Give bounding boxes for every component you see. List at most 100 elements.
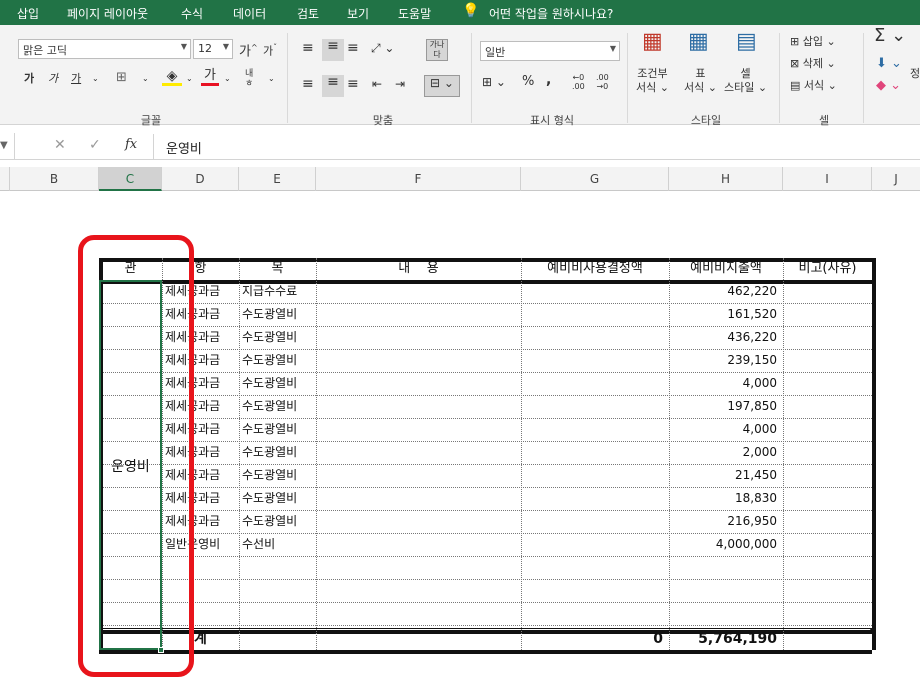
currency-icon[interactable]: ⊞ ⌄ [482,75,506,89]
column-header-h[interactable]: H [669,167,783,191]
chevron-down-icon[interactable]: ⌄ [92,72,99,86]
column-header-e[interactable]: E [239,167,316,191]
cell-mok[interactable]: 수도광열비 [242,395,316,418]
column-header-d[interactable]: D [162,167,239,191]
column-header-c[interactable]: C [99,167,162,191]
column-header-i[interactable]: I [783,167,872,191]
sort-filter-icon[interactable]: 정 [910,67,920,81]
align-bottom-icon[interactable]: ≡ [347,41,359,55]
cell-spent[interactable]: 239,150 [669,349,783,372]
conditional-format-button[interactable]: 조건부 서식 ⌄ [636,67,669,95]
cell-mok[interactable]: 수도광열비 [242,303,316,326]
header-mok[interactable]: 목 [239,258,316,280]
cell-mok[interactable]: 수도광열비 [242,487,316,510]
shrink-font-icon[interactable]: 가ˇ [263,41,277,59]
number-format-combo[interactable]: 일반 ▼ [480,41,620,61]
comma-icon[interactable]: , [546,73,551,87]
cell-mok[interactable]: 수선비 [242,533,316,556]
delete-cells-button[interactable]: ⊠ 삭제 ⌄ [790,57,836,71]
enter-icon[interactable]: ✓ [89,138,101,152]
insert-cells-button[interactable]: ⊞ 삽입 ⌄ [790,35,836,49]
cell-spent[interactable]: 2,000 [669,441,783,464]
cell-spent[interactable]: 436,220 [669,326,783,349]
align-middle-icon[interactable]: ≡ [322,39,344,61]
orientation-icon[interactable]: ⤢ ⌄ [371,41,394,55]
cell-mok[interactable]: 수도광열비 [242,372,316,395]
chevron-down-icon[interactable]: ⌄ [142,72,149,86]
cancel-icon[interactable]: ✕ [54,138,66,152]
format-cells-button[interactable]: ▤ 서식 ⌄ [790,79,837,93]
font-size-combo[interactable]: 12 ▼ [193,39,233,59]
column-header-j[interactable]: J [872,167,920,191]
cell-mok[interactable] [242,602,316,625]
cell-styles-button[interactable]: 셀 스타일 ⌄ [724,67,767,95]
format-table-button[interactable]: 표 서식 ⌄ [684,67,717,95]
clear-icon[interactable]: ◆ ⌄ [876,79,901,93]
chevron-down-icon[interactable]: ⌄ [268,72,275,86]
bold-icon[interactable]: 가 [24,72,34,86]
align-center-icon[interactable]: ≡ [322,75,344,97]
formula-input[interactable]: 운영비 [153,134,920,159]
fill-icon[interactable]: ⬇ ⌄ [876,57,902,71]
autosum-icon[interactable]: Σ ⌄ [874,27,906,45]
font-color-icon[interactable]: 가 [201,69,219,86]
header-spent-amount[interactable]: 예비비지출액 [669,258,783,280]
header-content[interactable]: 내 용 [316,258,521,280]
cell-spent[interactable]: 216,950 [669,510,783,533]
cell-mok[interactable]: 수도광열비 [242,349,316,372]
align-top-icon[interactable]: ≡ [302,41,314,55]
column-header-b[interactable]: B [10,167,99,191]
tab-page-layout[interactable]: 페이지 레이아웃 [67,5,148,22]
tab-view[interactable]: 보기 [347,5,369,22]
cell-spent[interactable] [669,602,783,625]
decrease-indent-icon[interactable]: ⇤ [372,77,382,91]
decrease-decimal-icon[interactable]: .00 →0 [596,73,609,91]
cell-spent[interactable]: 21,450 [669,464,783,487]
lightbulb-icon[interactable]: 💡 [462,3,479,19]
cell-mok[interactable]: 수도광열비 [242,464,316,487]
cell-spent[interactable]: 4,000 [669,372,783,395]
font-name-combo[interactable]: 맑은 고딕 ▼ [18,39,191,59]
align-left-icon[interactable]: ≡ [302,77,314,91]
column-header-f[interactable]: F [316,167,521,191]
cell-spent[interactable]: 4,000,000 [669,533,783,556]
grow-font-icon[interactable]: 가^ [239,41,258,59]
cell-mok[interactable]: 수도광열비 [242,418,316,441]
underline-icon[interactable]: 가 [71,72,81,86]
cell-spent[interactable]: 462,220 [669,280,783,303]
tell-me-search[interactable]: 어떤 작업을 원하시나요? [489,5,613,22]
insert-function-icon[interactable]: fx [125,138,137,152]
tab-data[interactable]: 데이터 [233,5,266,22]
conditional-format-icon[interactable]: ▦ [642,31,663,53]
chevron-down-icon[interactable]: ⌄ [186,72,193,86]
tab-insert[interactable]: 삽입 [17,5,39,22]
increase-indent-icon[interactable]: ⇥ [395,77,405,91]
tab-review[interactable]: 검토 [297,5,319,22]
cell-mok[interactable] [242,556,316,579]
increase-decimal-icon[interactable]: ←0.00 [572,73,585,91]
total-spent[interactable]: 5,764,190 [669,628,783,650]
name-box-dropdown-icon[interactable]: ▼ [0,139,8,153]
total-decided[interactable]: 0 [521,628,669,650]
cell-spent[interactable]: 161,520 [669,303,783,326]
header-note[interactable]: 비고(사유) [783,258,872,280]
chevron-down-icon[interactable]: ⌄ [224,72,231,86]
header-decided-amount[interactable]: 예비비사용결정액 [521,258,669,280]
cell-spent[interactable] [669,579,783,602]
fill-color-icon[interactable]: ◈ [162,69,182,86]
tab-formulas[interactable]: 수식 [181,5,203,22]
cell-spent[interactable] [669,556,783,579]
border-icon[interactable]: ⊞ [116,71,127,85]
cell-spent[interactable]: 197,850 [669,395,783,418]
cell-mok[interactable] [242,579,316,602]
corner-cell[interactable] [0,167,10,191]
align-right-icon[interactable]: ≡ [347,77,359,91]
tab-help[interactable]: 도움말 [398,5,431,22]
cell-spent[interactable]: 18,830 [669,487,783,510]
phonetic-icon[interactable]: 내ㅎ [245,69,253,89]
cell-mok[interactable]: 지급수수료 [242,280,316,303]
merge-center-icon[interactable]: ⊟ ⌄ [424,75,460,97]
format-table-icon[interactable]: ▦ [688,31,709,53]
percent-icon[interactable]: % [522,75,534,89]
wrap-text-icon[interactable]: 가나 다 [426,39,448,61]
